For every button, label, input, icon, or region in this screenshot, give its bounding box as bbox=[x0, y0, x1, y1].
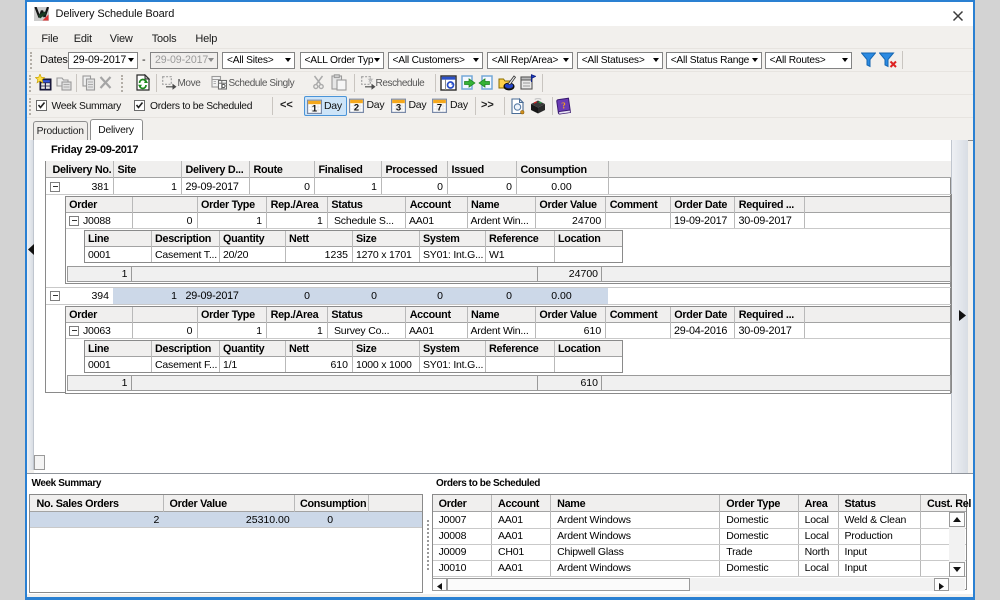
svg-text:3: 3 bbox=[395, 102, 400, 112]
svg-text:7: 7 bbox=[437, 102, 442, 112]
svg-text:2: 2 bbox=[353, 102, 358, 112]
svg-text:1: 1 bbox=[311, 103, 317, 113]
